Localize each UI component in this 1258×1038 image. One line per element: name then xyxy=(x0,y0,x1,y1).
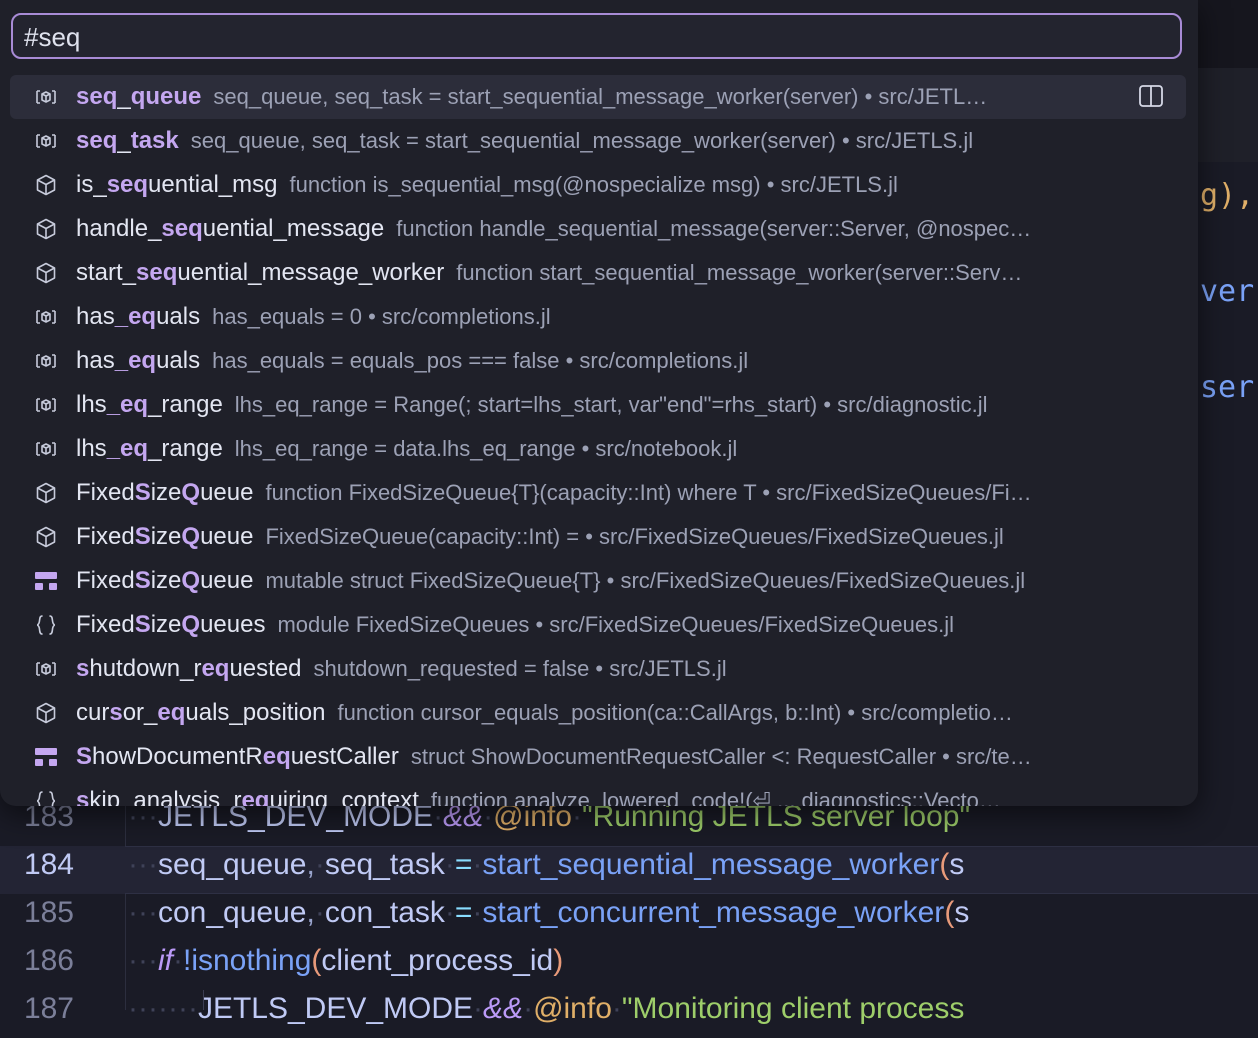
result-detail: lhs_eq_range = data.lhs_eq_range • src/n… xyxy=(234,436,738,461)
line-number: 184 xyxy=(23,848,74,881)
result-name: start_sequential_message_worker xyxy=(76,259,445,286)
result-detail: function analyze_lowered_code!(⏎ ... dia… xyxy=(430,788,1001,806)
result-name: FixedSizeQueue xyxy=(76,567,254,594)
code-fragment: ser xyxy=(1200,370,1255,405)
code-fragment: g), xyxy=(1200,178,1255,213)
code-fragment: ver xyxy=(1200,274,1255,309)
result-name: seq_queue xyxy=(76,83,202,110)
result-item[interactable]: skip_analysis_requiring_context function … xyxy=(10,779,1186,806)
result-item[interactable]: has_equals has_equals = 0 • src/completio… xyxy=(10,295,1186,339)
variable-icon xyxy=(34,349,58,373)
result-item[interactable]: start_sequential_message_worker function … xyxy=(10,251,1186,295)
result-name: has_equals xyxy=(76,303,201,330)
function-icon xyxy=(34,217,58,241)
result-item[interactable]: is_sequential_msg function is_sequential_… xyxy=(10,163,1186,207)
code-line-current[interactable]: 184 ···seq_queue,·seq_task·=·start_seque… xyxy=(0,846,1258,894)
code-line[interactable]: 187 ·······JETLS_DEV_MODE·&&·@info·"Moni… xyxy=(0,990,1258,1038)
result-detail: seq_queue, seq_task = start_sequential_m… xyxy=(213,84,988,109)
result-detail: function cursor_equals_position(ca::Call… xyxy=(337,700,1013,725)
result-detail: function handle_sequential_message(serve… xyxy=(396,216,1032,241)
module-icon xyxy=(34,789,58,806)
result-name: cursor_equals_position xyxy=(76,699,326,726)
result-item[interactable]: ShowDocumentRequestCaller struct ShowDocu… xyxy=(10,735,1186,779)
variable-icon xyxy=(34,657,58,681)
result-item[interactable]: shutdown_requested shutdown_requested = f… xyxy=(10,647,1186,691)
result-name: lhs_eq_range xyxy=(76,391,223,418)
function-icon xyxy=(34,701,58,725)
result-name: handle_sequential_message xyxy=(76,215,385,242)
editor-tab-area xyxy=(1196,68,1258,162)
result-name: skip_analysis_requiring_context xyxy=(76,787,419,806)
result-name: shutdown_requested xyxy=(76,655,302,682)
result-detail: has_equals = equals_pos === false • src/… xyxy=(212,348,749,373)
result-detail: function is_sequential_msg(@nospecialize… xyxy=(289,172,898,197)
result-detail: struct ShowDocumentRequestCaller <: Requ… xyxy=(410,744,1032,769)
result-name: has_equals xyxy=(76,347,201,374)
result-detail: lhs_eq_range = Range(; start=lhs_start, … xyxy=(234,392,988,417)
function-icon xyxy=(34,173,58,197)
result-item[interactable]: cursor_equals_position function cursor_eq… xyxy=(10,691,1186,735)
result-name: seq_task xyxy=(76,127,179,154)
result-detail: FixedSizeQueue(capacity::Int) = • src/Fi… xyxy=(265,524,1004,549)
result-item[interactable]: handle_sequential_message function handle… xyxy=(10,207,1186,251)
result-item[interactable]: FixedSizeQueue FixedSizeQueue(capacity::I… xyxy=(10,515,1186,559)
function-icon xyxy=(34,481,58,505)
variable-icon xyxy=(34,129,58,153)
struct-icon xyxy=(34,745,58,769)
line-number: 185 xyxy=(23,896,74,929)
result-detail: seq_queue, seq_task = start_sequential_m… xyxy=(190,128,974,153)
line-number: 187 xyxy=(23,992,74,1025)
variable-icon xyxy=(34,305,58,329)
result-item[interactable]: lhs_eq_range lhs_eq_range = data.lhs_eq_r… xyxy=(10,427,1186,471)
variable-icon xyxy=(34,437,58,461)
search-box[interactable] xyxy=(11,13,1182,59)
result-detail: function FixedSizeQueue{T}(capacity::Int… xyxy=(265,480,1032,505)
open-in-split-icon[interactable] xyxy=(1138,83,1164,109)
result-item[interactable]: FixedSizeQueues module FixedSizeQueues • … xyxy=(10,603,1186,647)
result-name: FixedSizeQueue xyxy=(76,479,254,506)
struct-icon xyxy=(34,569,58,593)
results-list: seq_queue seq_queue, seq_task = start_seq… xyxy=(10,75,1186,806)
result-name: ShowDocumentRequestCaller xyxy=(76,743,399,770)
indent-guide xyxy=(203,990,204,1010)
code-line[interactable]: 186 ···if·!isnothing(client_process_id) xyxy=(0,942,1258,990)
result-item[interactable]: has_equals has_equals = equals_pos === fa… xyxy=(10,339,1186,383)
module-icon xyxy=(34,613,58,637)
result-detail: function start_sequential_message_worker… xyxy=(456,260,1023,285)
variable-icon xyxy=(34,85,58,109)
function-icon xyxy=(34,525,58,549)
result-detail: mutable struct FixedSizeQueue{T} • src/F… xyxy=(265,568,1026,593)
symbol-search-input[interactable] xyxy=(24,19,1164,55)
function-icon xyxy=(34,261,58,285)
line-number: 186 xyxy=(23,944,74,977)
result-name: FixedSizeQueue xyxy=(76,523,254,550)
symbol-search-palette: seq_queue seq_queue, seq_task = start_seq… xyxy=(0,0,1198,806)
result-item[interactable]: lhs_eq_range lhs_eq_range = Range(; start… xyxy=(10,383,1186,427)
result-detail: module FixedSizeQueues • src/FixedSizeQu… xyxy=(277,612,955,637)
result-name: is_sequential_msg xyxy=(76,171,278,198)
variable-icon xyxy=(34,393,58,417)
result-detail: shutdown_requested = false • src/JETLS.j… xyxy=(313,656,727,681)
code-line[interactable]: 185 ···con_queue,·con_task·=·start_concu… xyxy=(0,894,1258,942)
result-name: lhs_eq_range xyxy=(76,435,223,462)
result-name: FixedSizeQueues xyxy=(76,611,266,638)
result-detail: has_equals = 0 • src/completions.jl xyxy=(212,304,551,329)
result-item[interactable]: FixedSizeQueue function FixedSizeQueue{T}… xyxy=(10,471,1186,515)
result-item[interactable]: seq_task seq_queue, seq_task = start_sequ… xyxy=(10,119,1186,163)
result-item[interactable]: seq_queue seq_queue, seq_task = start_seq… xyxy=(10,75,1186,119)
result-item[interactable]: FixedSizeQueue mutable struct FixedSizeQu… xyxy=(10,559,1186,603)
